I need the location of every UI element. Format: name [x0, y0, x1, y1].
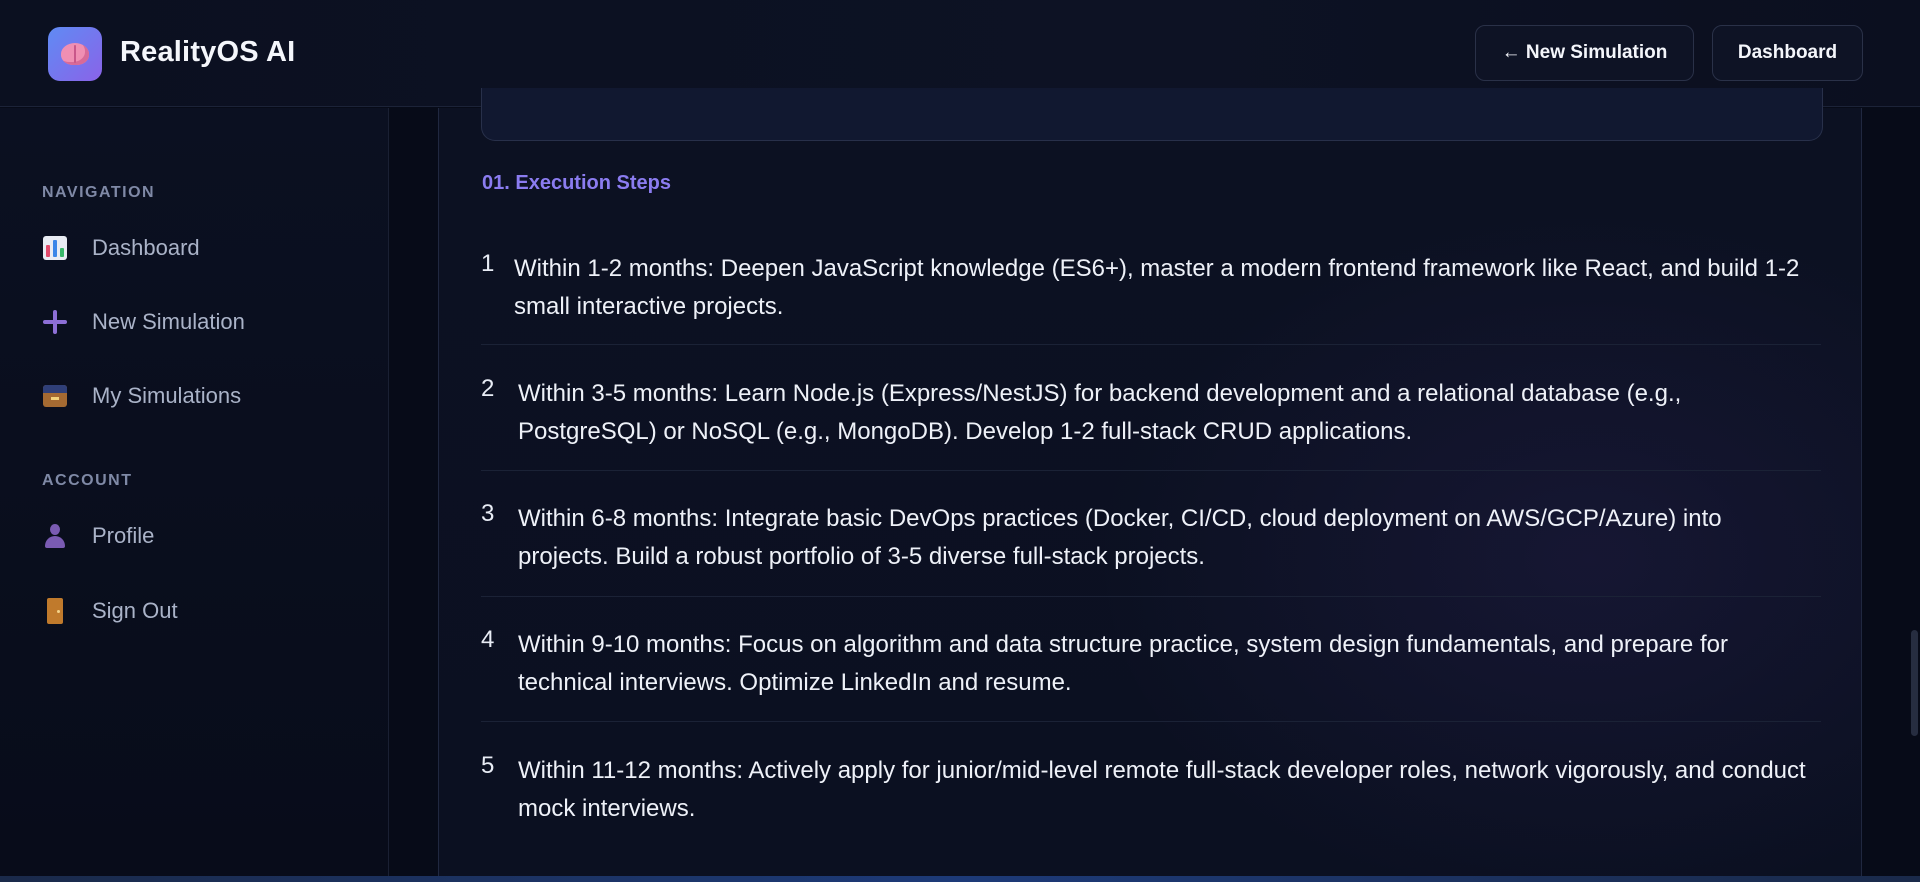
logo-badge[interactable] — [48, 27, 102, 81]
step-number: 5 — [481, 752, 495, 779]
step-text: Within 11-12 months: Actively apply for … — [518, 757, 1806, 822]
sidebar-item-my-simulations[interactable]: My Simulations — [42, 374, 362, 418]
account-section-title: ACCOUNT — [42, 472, 133, 489]
sidebar-item-label: Dashboard — [92, 235, 200, 260]
step-item: 3 Within 6-8 months: Integrate basic Dev… — [481, 500, 1821, 597]
scrollbar-thumb[interactable] — [1911, 630, 1918, 736]
plus-icon — [42, 309, 68, 335]
step-text: Within 3-5 months: Learn Node.js (Expres… — [518, 380, 1682, 445]
step-item: 5 Within 11-12 months: Actively apply fo… — [481, 752, 1821, 842]
results-card: 01. Execution Steps 1 Within 1-2 months:… — [438, 88, 1862, 882]
step-text: Within 6-8 months: Integrate basic DevOp… — [518, 505, 1722, 570]
navigation-section-title: NAVIGATION — [42, 184, 156, 201]
steps-heading: 01. Execution Steps — [482, 172, 671, 194]
sidebar-item-dashboard[interactable]: Dashboard — [42, 226, 362, 270]
bar-chart-icon — [42, 235, 68, 261]
new-simulation-button[interactable]: ← New Simulation — [1475, 25, 1694, 81]
sidebar: NAVIGATION Dashboard New Simulation My S… — [0, 108, 389, 882]
sidebar-item-profile[interactable]: Profile — [42, 514, 362, 558]
step-number: 3 — [481, 500, 495, 527]
sidebar-item-label: New Simulation — [92, 309, 245, 334]
step-item: 2 Within 3-5 months: Learn Node.js (Expr… — [481, 375, 1821, 471]
sidebar-item-label: Profile — [92, 523, 155, 548]
step-number: 2 — [481, 375, 495, 402]
user-icon — [42, 523, 68, 549]
step-item: 1 Within 1-2 months: Deepen JavaScript k… — [481, 250, 1821, 345]
step-text: Within 9-10 months: Focus on algorithm a… — [518, 631, 1728, 696]
brain-icon — [61, 43, 89, 65]
card-box-icon — [42, 383, 68, 409]
brand-name[interactable]: RealityOS AI — [120, 36, 295, 69]
sidebar-item-sign-out[interactable]: Sign Out — [42, 589, 362, 633]
sidebar-item-label: Sign Out — [92, 598, 178, 623]
step-number: 4 — [481, 626, 495, 653]
step-number: 1 — [481, 250, 495, 277]
sidebar-item-new-simulation[interactable]: New Simulation — [42, 300, 362, 344]
step-item: 4 Within 9-10 months: Focus on algorithm… — [481, 626, 1821, 722]
dashboard-button[interactable]: Dashboard — [1712, 25, 1863, 81]
door-icon — [42, 598, 68, 624]
step-text: Within 1-2 months: Deepen JavaScript kno… — [514, 255, 1800, 320]
summary-panel — [481, 88, 1823, 141]
sidebar-item-label: My Simulations — [92, 383, 242, 408]
bottom-edge — [0, 876, 1920, 882]
